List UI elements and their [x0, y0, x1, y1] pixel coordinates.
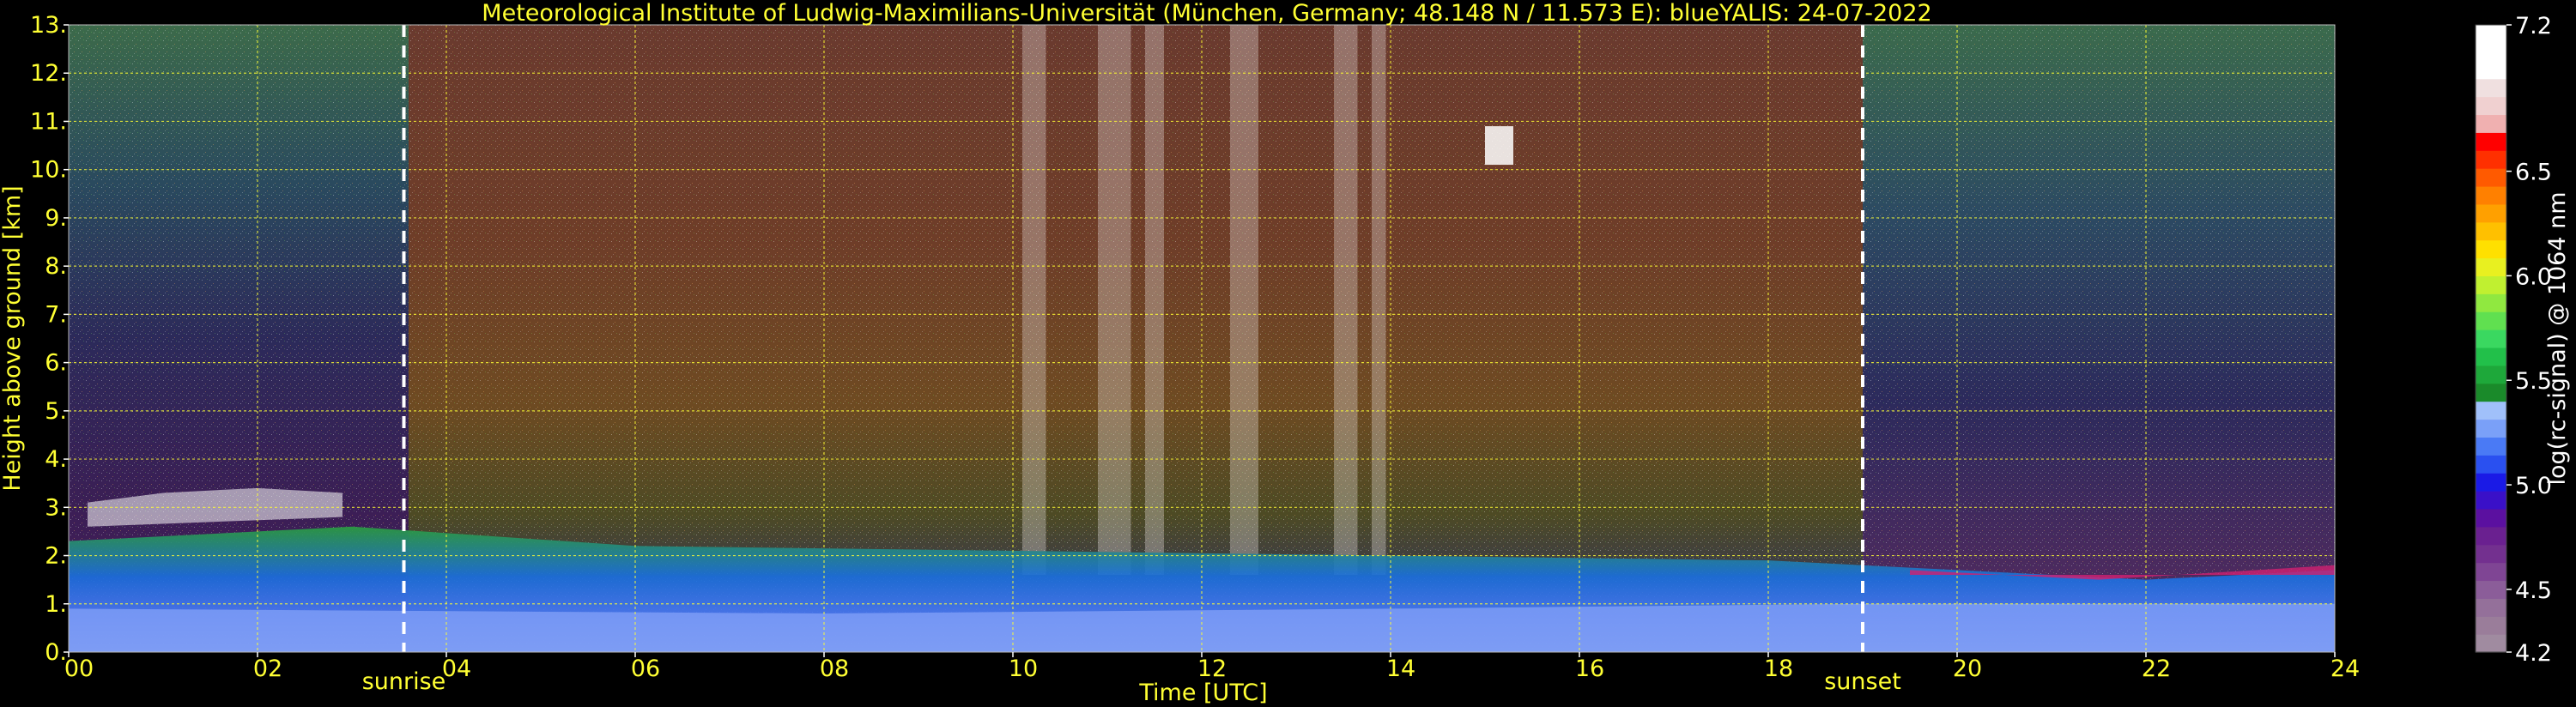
- x-tick-label: 06: [631, 656, 660, 682]
- x-tick-label: 14: [1386, 656, 1415, 682]
- cloud-streak: [1022, 25, 1046, 576]
- colorbar-segment: [2476, 168, 2506, 187]
- colorbar-segment: [2476, 598, 2506, 617]
- y-tick-label: 8.: [45, 253, 67, 280]
- colorbar-segment: [2476, 25, 2506, 44]
- colorbar-segment: [2476, 491, 2506, 510]
- colorbar-segment: [2476, 329, 2506, 348]
- cloud-streak: [1230, 25, 1258, 576]
- x-tick-label: 16: [1575, 656, 1604, 682]
- colorbar-segment: [2476, 239, 2506, 259]
- y-tick-label: 2.: [45, 543, 67, 570]
- y-tick-label: 9.: [45, 205, 67, 232]
- colorbar-segment: [2476, 275, 2506, 294]
- colorbar-segment: [2476, 150, 2506, 169]
- colorbar-segment: [2476, 221, 2506, 241]
- y-tick-label: 6.: [45, 350, 67, 377]
- x-tick-label: 12: [1197, 656, 1227, 682]
- y-tick-label: 5.: [45, 398, 67, 425]
- x-axis-label: Time [UTC]: [1138, 680, 1267, 706]
- colorbar-tick-label: 4.5: [2515, 577, 2552, 604]
- colorbar-segment: [2476, 60, 2506, 80]
- y-tick-label: 11.: [30, 108, 67, 135]
- colorbar-segment: [2476, 311, 2506, 330]
- chart-title: Meteorological Institute of Ludwig-Maxim…: [482, 0, 1931, 27]
- x-tick-label: 10: [1009, 656, 1038, 682]
- x-tick-label: 22: [2142, 656, 2171, 682]
- x-tick-label: 02: [253, 656, 282, 682]
- colorbar-segment: [2476, 42, 2506, 62]
- colorbar-segment: [2476, 580, 2506, 599]
- y-tick-label: 0.: [45, 639, 67, 666]
- colorbar-segment: [2476, 203, 2506, 223]
- colorbar: 4.24.55.05.56.06.57.2: [2475, 13, 2552, 667]
- colorbar-tick-label: 4.2: [2515, 640, 2552, 667]
- colorbar-segment: [2476, 114, 2506, 133]
- lidar-figure: Meteorological Institute of Ludwig-Maxim…: [0, 0, 2571, 706]
- colorbar-tick-label: 6.5: [2515, 160, 2552, 186]
- cloud-streak: [1145, 25, 1164, 576]
- colorbar-segment: [2476, 419, 2506, 438]
- colorbar-segment: [2476, 257, 2506, 276]
- colorbar-segment: [2476, 185, 2506, 205]
- plot-area: [68, 24, 2336, 653]
- colorbar-segment: [2476, 634, 2506, 653]
- cirrus-patch: [1485, 126, 1513, 166]
- colorbar-segment: [2476, 526, 2506, 546]
- cloud-streak: [1372, 25, 1386, 576]
- x-tick-label: 18: [1764, 656, 1793, 682]
- y-tick-label: 10.: [30, 157, 67, 184]
- y-tick-label: 13.: [30, 12, 67, 39]
- colorbar-segment: [2476, 78, 2506, 98]
- colorbar-segment: [2476, 293, 2506, 312]
- y-tick-label: 3.: [45, 494, 67, 521]
- colorbar-segment: [2476, 508, 2506, 528]
- colorbar-segment: [2476, 347, 2506, 366]
- colorbar-segment: [2476, 616, 2506, 635]
- colorbar-segment: [2476, 132, 2506, 151]
- colorbar-tick-label: 7.2: [2515, 13, 2552, 39]
- colorbar-segment: [2476, 455, 2506, 474]
- y-axis: 0. 1. 2. 3. 4. 5. 6. 7. 8. 9. 10. 11. 12. 13.: [30, 12, 69, 666]
- x-tick-label: 20: [1953, 656, 1982, 682]
- x-tick-label: 24: [2331, 656, 2360, 682]
- colorbar-segment: [2476, 365, 2506, 384]
- x-tick-label: 00: [64, 656, 94, 682]
- y-axis-label: Height above ground [km]: [0, 185, 26, 491]
- sunrise-label: sunrise: [362, 668, 446, 695]
- y-tick-label: 4.: [45, 446, 67, 473]
- colorbar-segment: [2476, 437, 2506, 456]
- colorbar-segment: [2476, 562, 2506, 582]
- colorbar-segment: [2476, 383, 2506, 402]
- annotations: sunrise sunset: [362, 668, 1901, 695]
- y-tick-label: 7.: [45, 301, 67, 328]
- x-tick-label: 08: [820, 656, 849, 682]
- colorbar-label: log(rc-signal) @ 1064 nm: [2544, 191, 2571, 485]
- colorbar-segment: [2476, 473, 2506, 492]
- y-tick-label: 12.: [30, 60, 67, 87]
- x-tick-label: 04: [442, 656, 471, 682]
- cloud-streak: [1334, 25, 1358, 576]
- colorbar-segment: [2476, 96, 2506, 116]
- cloud-streak: [1098, 25, 1131, 576]
- sunset-label: sunset: [1824, 668, 1901, 695]
- colorbar-segment: [2476, 544, 2506, 564]
- colorbar-segment: [2476, 401, 2506, 420]
- y-tick-label: 1.: [45, 591, 67, 618]
